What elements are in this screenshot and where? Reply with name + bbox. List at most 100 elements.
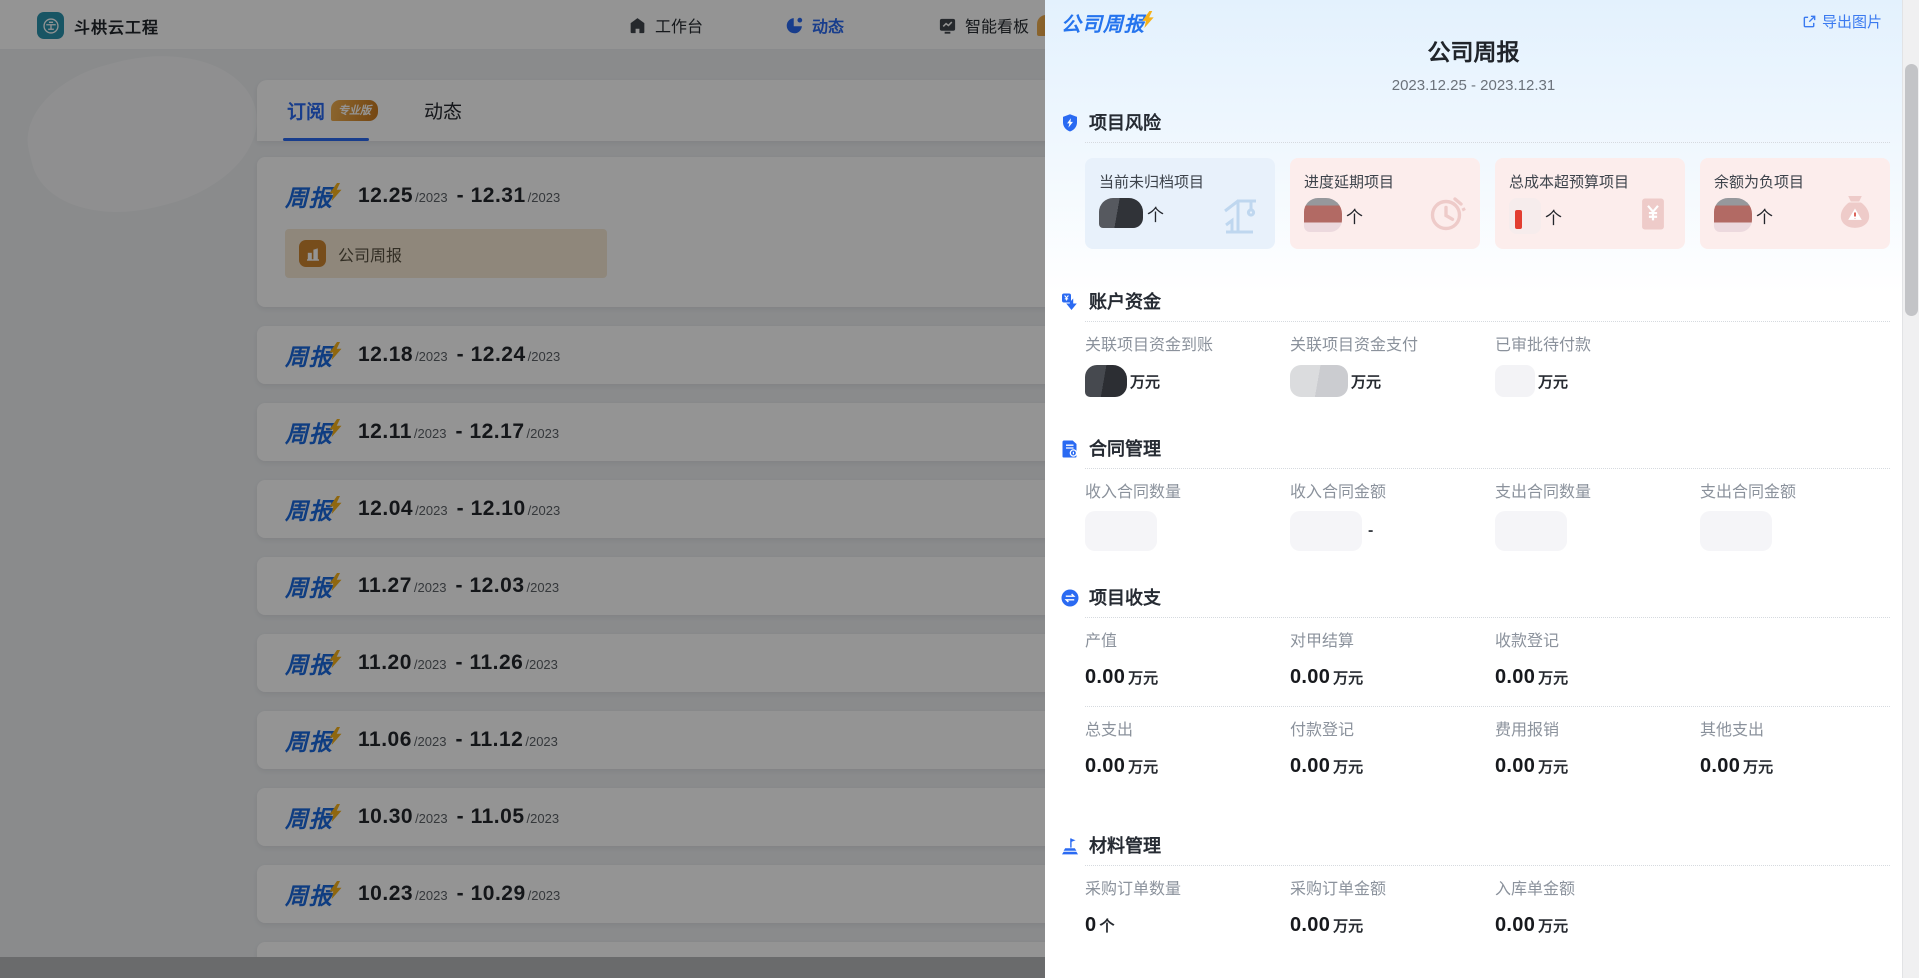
stat-label: 采购订单数量	[1085, 880, 1290, 899]
risk-card: 当前未归档项目个	[1085, 158, 1275, 249]
modal-dim-overlay[interactable]	[0, 0, 1045, 978]
bolt-icon	[1142, 11, 1154, 28]
stat-unit: 万元	[1351, 371, 1381, 392]
stat-cell: 产值0.00万元	[1085, 632, 1290, 694]
contract-stats: 收入合同数量收入合同金额-支出合同数量支出合同金额	[1085, 483, 1902, 551]
stat-cell: 采购订单金额0.00万元	[1290, 880, 1495, 942]
stat-unit: 万元	[1128, 667, 1158, 688]
stat-label: 收款登记	[1495, 632, 1700, 651]
scrollbar-thumb[interactable]	[1905, 64, 1918, 316]
stat-cell: 支出合同数量	[1495, 483, 1700, 551]
stat-label: 关联项目资金支付	[1290, 336, 1495, 355]
company-weekly-report-drawer: 公司周报 导出图片 公司周报 2023.12.25 - 2023.12.31	[1045, 0, 1902, 978]
stat-label: 对甲结算	[1290, 632, 1495, 651]
stat-cell: 付款登记0.00万元	[1290, 721, 1495, 783]
redacted-value-blob	[1290, 511, 1362, 551]
section-divider	[1085, 468, 1890, 469]
redacted-value-blob	[1099, 198, 1143, 228]
stat-number: 0.00	[1495, 755, 1535, 778]
stat-unit: 万元	[1538, 756, 1568, 777]
stat-suffix-dash: -	[1368, 522, 1373, 540]
stat-number: 0.00	[1290, 755, 1330, 778]
stat-number: 0.00	[1495, 914, 1535, 937]
stat-cell: 关联项目资金到账万元	[1085, 336, 1290, 398]
section-divider	[1085, 865, 1890, 866]
risk-card-unit: 个	[1756, 203, 1773, 228]
section-title: 材料管理	[1089, 835, 1161, 857]
stat-label: 支出合同金额	[1700, 483, 1902, 502]
stat-label: 费用报销	[1495, 721, 1700, 740]
section-project-income-expense: 项目收支 产值0.00万元对甲结算0.00万元收款登记0.00万元 总支出0.0…	[1045, 587, 1902, 783]
materials-icon	[1060, 836, 1080, 856]
section-divider	[1085, 142, 1890, 143]
yuan-doc-icon	[1633, 192, 1673, 241]
stat-number: 0	[1085, 914, 1096, 937]
stat-value: 万元	[1085, 364, 1290, 398]
stat-unit: 万元	[1128, 756, 1158, 777]
stat-value: 0.00万元	[1290, 749, 1495, 783]
risk-card: 总成本超预算项目个	[1495, 158, 1685, 249]
section-title: 项目收支	[1089, 587, 1161, 609]
stat-value	[1700, 511, 1902, 551]
stat-unit: 个	[1099, 915, 1114, 936]
section-material-management: 材料管理 采购订单数量0个采购订单金额0.00万元入库单金额0.00万元	[1045, 835, 1902, 942]
stat-label: 收入合同数量	[1085, 483, 1290, 502]
stat-unit: 万元	[1333, 667, 1363, 688]
redacted-value-blob	[1495, 365, 1535, 397]
section-divider	[1085, 321, 1890, 322]
stat-label: 其他支出	[1700, 721, 1902, 740]
stat-cell: 支出合同金额	[1700, 483, 1902, 551]
redacted-value-blob	[1700, 511, 1772, 551]
contract-icon	[1060, 439, 1080, 459]
stat-cell: 总支出0.00万元	[1085, 721, 1290, 783]
stat-value	[1085, 511, 1290, 551]
stat-value: 0个	[1085, 908, 1290, 942]
stat-value: 0.00万元	[1085, 660, 1290, 694]
stat-value: 0.00万元	[1700, 749, 1902, 783]
export-image-button[interactable]: 导出图片	[1802, 11, 1882, 32]
risk-card-label: 总成本超预算项目	[1509, 171, 1685, 192]
export-icon	[1802, 14, 1817, 29]
stat-number: 0.00	[1290, 914, 1330, 937]
crane-icon	[1217, 192, 1263, 241]
section-title: 账户资金	[1089, 291, 1161, 313]
stat-unit: 万元	[1538, 667, 1568, 688]
stat-cell: 收入合同金额-	[1290, 483, 1495, 551]
stat-value: 0.00万元	[1495, 749, 1700, 783]
stat-label: 支出合同数量	[1495, 483, 1700, 502]
row-divider	[1085, 706, 1890, 707]
stat-value: 0.00万元	[1495, 908, 1700, 942]
risk-card: 进度延期项目个	[1290, 158, 1480, 249]
stat-value: 0.00万元	[1085, 749, 1290, 783]
stat-cell: 关联项目资金支付万元	[1290, 336, 1495, 398]
stat-cell: 入库单金额0.00万元	[1495, 880, 1700, 942]
section-contract-management: 合同管理 收入合同数量收入合同金额-支出合同数量支出合同金额	[1045, 438, 1902, 551]
scrollbar-track[interactable]	[1902, 0, 1919, 978]
stat-label: 采购订单金额	[1290, 880, 1495, 899]
redacted-value-blob	[1085, 365, 1127, 397]
stat-cell: 收款登记 0.00万元	[1495, 632, 1700, 694]
stat-number: 0.00	[1085, 755, 1125, 778]
stat-value: 万元	[1495, 364, 1700, 398]
redacted-value-blob	[1085, 511, 1157, 551]
stat-unit: 万元	[1538, 915, 1568, 936]
stat-number: 0.00	[1495, 666, 1535, 689]
risk-card-unit: 个	[1346, 203, 1363, 228]
stat-value: -	[1290, 511, 1495, 551]
section-divider	[1085, 617, 1890, 618]
stat-number: 0.00	[1085, 666, 1125, 689]
stat-value: 0.00万元	[1290, 660, 1495, 694]
drawer-header: 公司周报 导出图片	[1045, 0, 1902, 30]
exchange-icon	[1060, 588, 1080, 608]
stat-value: 万元	[1290, 364, 1495, 398]
clock-icon	[1424, 192, 1468, 241]
stat-value: 0.00万元	[1495, 660, 1700, 694]
stat-cell: 收入合同数量	[1085, 483, 1290, 551]
shield-icon	[1060, 113, 1080, 133]
stat-cell: 已审批待付款万元	[1495, 336, 1700, 398]
redacted-value-blob	[1495, 511, 1567, 551]
section-project-risk: 项目风险 当前未归档项目个进度延期项目个总成本超预算项目个余额为负项目个	[1045, 112, 1902, 249]
funds-stats: 关联项目资金到账万元关联项目资金支付万元已审批待付款万元	[1085, 336, 1902, 398]
risk-card-label: 余额为负项目	[1714, 171, 1890, 192]
expense-stats: 总支出0.00万元付款登记0.00万元费用报销0.00万元其他支出0.00万元	[1085, 721, 1902, 783]
